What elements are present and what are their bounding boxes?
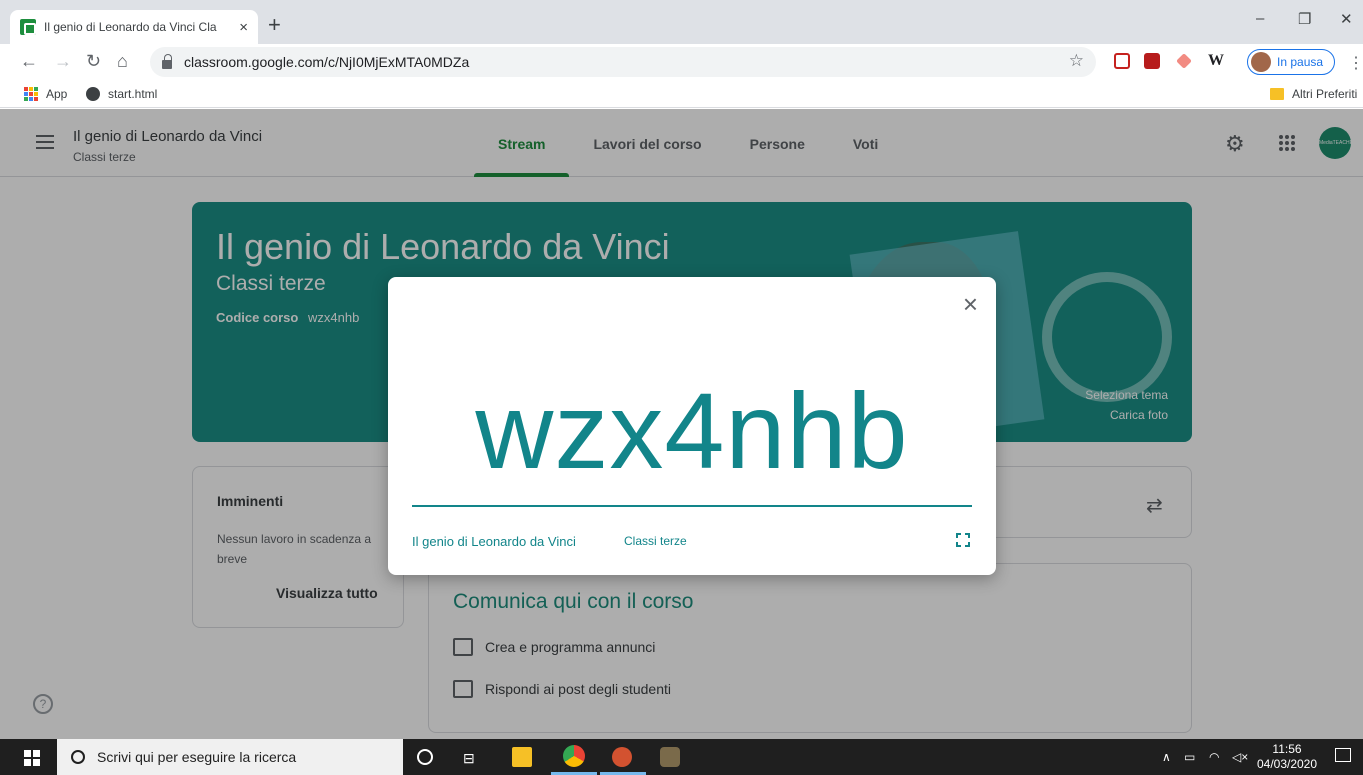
minimize-button[interactable]: –: [1256, 10, 1264, 27]
clock-date: 04/03/2020: [1256, 757, 1318, 771]
new-tab-button[interactable]: +: [268, 14, 281, 36]
classroom-favicon-icon: [20, 19, 36, 35]
tray-chevron-icon[interactable]: ∧: [1162, 750, 1171, 764]
dialog-course-name: Il genio di Leonardo da Vinci: [412, 534, 576, 549]
taskbar-search[interactable]: Scrivi qui per eseguire la ricerca: [57, 739, 403, 775]
taskbar-clock[interactable]: 11:56 04/03/2020: [1256, 742, 1318, 772]
dialog-divider: [412, 505, 972, 507]
chrome-icon[interactable]: [563, 745, 585, 767]
profile-button[interactable]: In pausa: [1247, 49, 1335, 75]
browser-menu-icon[interactable]: ⋮: [1348, 53, 1363, 73]
extension-wikipedia-icon[interactable]: W: [1208, 52, 1224, 70]
browser-toolbar: ← → ↻ ⌂ classroom.google.com/c/NjI0MjExM…: [0, 44, 1363, 80]
notification-center-icon[interactable]: [1335, 748, 1351, 762]
clock-time: 11:56: [1272, 742, 1302, 756]
globe-icon: [86, 87, 100, 101]
bookmark-other-label: Altri Preferiti: [1292, 87, 1358, 101]
classroom-page: Il genio di Leonardo da Vinci Classi ter…: [0, 109, 1363, 739]
class-code-dialog: × wzx4nhb Il genio di Leonardo da Vinci …: [388, 277, 996, 575]
maximize-button[interactable]: ❐: [1298, 10, 1311, 28]
fullscreen-exit-icon[interactable]: [956, 533, 970, 547]
windows-taskbar: Scrivi qui per eseguire la ricerca ⊟ ∧ ▭…: [0, 739, 1363, 775]
browser-tab[interactable]: Il genio di Leonardo da Vinci Cla ×: [10, 10, 258, 44]
bookmark-apps[interactable]: App: [24, 87, 67, 101]
wifi-icon[interactable]: ◠: [1209, 750, 1219, 764]
bookmark-start[interactable]: start.html: [86, 87, 157, 101]
dialog-course-section: Classi terze: [624, 534, 687, 548]
address-bar[interactable]: classroom.google.com/c/NjI0MjExMTA0MDZa …: [150, 47, 1096, 77]
paint-app-icon[interactable]: [660, 747, 680, 767]
apps-grid-icon: [24, 87, 38, 101]
folder-icon: [1270, 88, 1284, 100]
close-icon[interactable]: ×: [963, 291, 978, 317]
tab-title: Il genio di Leonardo da Vinci Cla: [44, 20, 217, 34]
profile-label: In pausa: [1277, 55, 1324, 69]
file-explorer-icon[interactable]: [512, 747, 532, 767]
battery-icon[interactable]: ▭: [1184, 750, 1195, 764]
window-close-button[interactable]: ✕: [1340, 10, 1353, 28]
bookmark-other[interactable]: Altri Preferiti: [1270, 87, 1357, 101]
class-code-large: wzx4nhb: [475, 370, 909, 491]
search-icon: [71, 750, 85, 764]
home-icon[interactable]: ⌂: [117, 50, 128, 72]
bookmark-apps-label: App: [46, 87, 68, 101]
profile-avatar: [1251, 52, 1271, 72]
reload-icon[interactable]: ↻: [86, 50, 101, 72]
back-arrow-icon[interactable]: ←: [20, 50, 38, 72]
extension-acrobat-icon[interactable]: [1144, 53, 1160, 69]
bookmark-start-label: start.html: [108, 87, 158, 101]
cortana-icon[interactable]: [417, 749, 433, 765]
bookmark-star-icon[interactable]: ☆: [1069, 51, 1084, 71]
windows-start-icon[interactable]: [24, 750, 40, 766]
lock-icon: [162, 53, 172, 69]
volume-muted-icon[interactable]: ◁×: [1232, 750, 1248, 764]
extension-pocket-icon[interactable]: [1114, 53, 1130, 69]
bookmarks-bar: App start.html Altri Preferiti: [0, 80, 1363, 108]
browser-tabstrip: Il genio di Leonardo da Vinci Cla × + – …: [0, 0, 1363, 44]
tab-close-icon[interactable]: ×: [239, 19, 248, 36]
powerpoint-icon[interactable]: [612, 747, 632, 767]
task-view-icon[interactable]: ⊟: [463, 750, 475, 767]
forward-arrow-icon[interactable]: →: [54, 50, 72, 72]
extension-arrow-icon[interactable]: [1176, 53, 1192, 69]
taskbar-search-placeholder: Scrivi qui per eseguire la ricerca: [97, 749, 297, 765]
url-text: classroom.google.com/c/NjI0MjExMTA0MDZa: [184, 54, 470, 70]
